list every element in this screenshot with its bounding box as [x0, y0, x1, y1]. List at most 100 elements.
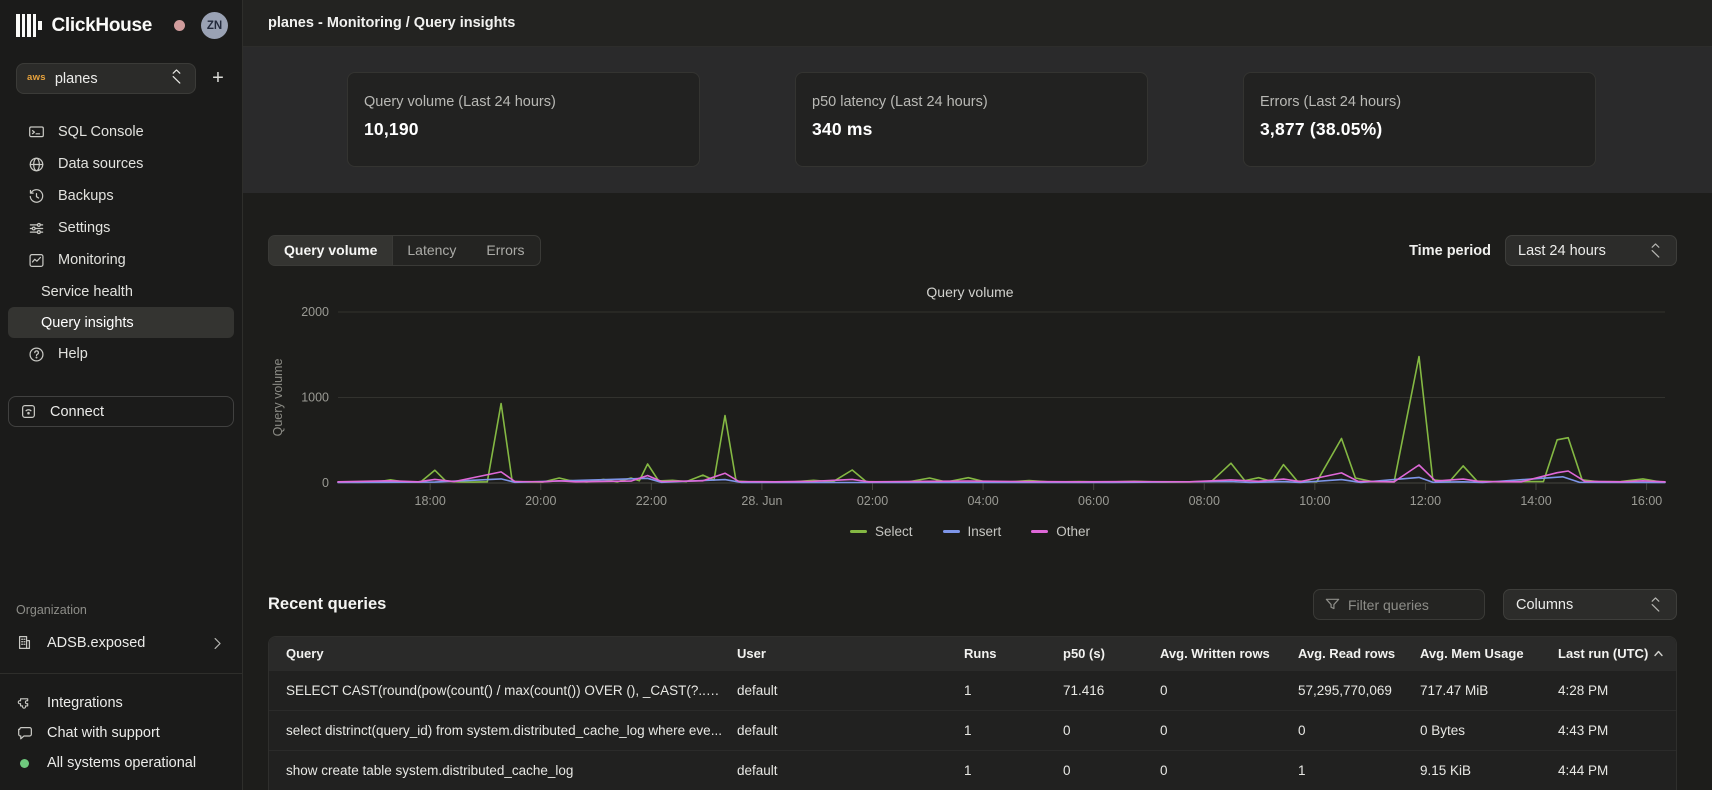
cell-last-run-utc-: 4:28 PM	[1558, 683, 1676, 698]
add-service-button[interactable]: +	[204, 65, 232, 93]
column-header-query[interactable]: Query	[269, 646, 737, 661]
avatar[interactable]: ZN	[201, 12, 228, 39]
tab-latency[interactable]: Latency	[392, 236, 471, 265]
cell-avg-read-rows: 1	[1298, 763, 1420, 778]
column-header-label: Last run (UTC)	[1558, 646, 1648, 661]
sidebar-item-settings[interactable]: Settings	[8, 212, 234, 244]
columns-select[interactable]: Columns	[1503, 589, 1677, 620]
puzzle-icon	[16, 694, 34, 712]
column-header-avg-read-rows[interactable]: Avg. Read rows	[1298, 646, 1420, 661]
sidebar-item-label: Monitoring	[58, 252, 126, 268]
legend-label: Select	[875, 524, 913, 539]
tab-errors[interactable]: Errors	[471, 236, 539, 265]
service-row: aws planes +	[0, 63, 242, 94]
column-header-last-run-utc-[interactable]: Last run (UTC)	[1558, 646, 1676, 661]
cell-user: default	[737, 763, 964, 778]
chevron-right-icon	[209, 635, 226, 652]
main-panel: Query volumeLatencyErrors Time period La…	[243, 193, 1712, 790]
aws-icon: aws	[27, 72, 46, 83]
svg-text:10:00: 10:00	[1299, 494, 1330, 508]
sidebar: ClickHouse ZN aws planes + SQL Console Da…	[0, 0, 243, 790]
column-header-runs[interactable]: Runs	[964, 646, 1063, 661]
stat-card-p50-latency: p50 latency (Last 24 hours)340 ms	[795, 72, 1148, 167]
svg-text:22:00: 22:00	[636, 494, 667, 508]
legend-item-other[interactable]: Other	[1031, 524, 1090, 539]
table-body: SELECT CAST(round(pow(count() / max(coun…	[269, 670, 1676, 790]
cell-avg-mem-usage: 0 Bytes	[1420, 723, 1558, 738]
table-row[interactable]: select distrinct(query_id) from system.d…	[269, 710, 1676, 750]
column-header-label: Runs	[964, 646, 997, 661]
column-header-label: Avg. Read rows	[1298, 646, 1395, 661]
sidebar-item-label: SQL Console	[58, 124, 144, 140]
topbar: planes - Monitoring / Query insights	[243, 0, 1712, 47]
filter-icon	[1324, 596, 1339, 611]
svg-text:06:00: 06:00	[1078, 494, 1109, 508]
sidebar-bottom: Organization ADSB.exposed IntegrationsCh…	[0, 603, 242, 778]
backups-icon	[27, 187, 45, 205]
column-header-p50-s-[interactable]: p50 (s)	[1063, 646, 1160, 661]
section-title: Recent queries	[268, 595, 386, 614]
sidebar-item-help[interactable]: Help	[8, 338, 234, 370]
building-icon	[16, 634, 34, 652]
svg-text:16:00: 16:00	[1631, 494, 1662, 508]
cell-avg-read-rows: 0	[1298, 723, 1420, 738]
column-header-user[interactable]: User	[737, 646, 964, 661]
cell-query: SELECT CAST(round(pow(count() / max(coun…	[269, 683, 737, 698]
column-header-avg-mem-usage[interactable]: Avg. Mem Usage	[1420, 646, 1558, 661]
help-icon	[27, 345, 45, 363]
stat-card-value: 10,190	[364, 119, 683, 140]
service-selector[interactable]: aws planes	[16, 63, 196, 94]
chart-title: Query volume	[268, 284, 1672, 300]
legend-item-select[interactable]: Select	[850, 524, 913, 539]
column-header-label: User	[737, 646, 766, 661]
sidebar-item-query-insights[interactable]: Query insights	[8, 307, 234, 338]
legend-swatch-icon	[1031, 530, 1048, 533]
cell-p50-s-: 0	[1063, 763, 1160, 778]
notification-dot-icon[interactable]	[174, 20, 185, 31]
footer-item-label: Chat with support	[47, 725, 160, 741]
connect-label: Connect	[50, 404, 104, 420]
svg-text:1000: 1000	[301, 391, 329, 405]
sidebar-item-monitoring[interactable]: Monitoring	[8, 244, 234, 276]
tab-query-volume[interactable]: Query volume	[269, 236, 392, 265]
sidebar-item-sql-console[interactable]: SQL Console	[8, 116, 234, 148]
cell-avg-mem-usage: 9.15 KiB	[1420, 763, 1558, 778]
columns-label: Columns	[1516, 597, 1573, 613]
cell-query: show create table system.distributed_cac…	[269, 763, 737, 778]
stat-card-label: Query volume (Last 24 hours)	[364, 94, 683, 110]
sidebar-item-backups[interactable]: Backups	[8, 180, 234, 212]
column-header-avg-written-rows[interactable]: Avg. Written rows	[1160, 646, 1298, 661]
sidebar-item-all-systems-operational[interactable]: All systems operational	[0, 748, 242, 778]
chevron-updown-icon	[1647, 596, 1664, 613]
cell-avg-written-rows: 0	[1160, 723, 1298, 738]
svg-text:0: 0	[322, 476, 329, 490]
tabs-row: Query volumeLatencyErrors Time period La…	[268, 235, 1712, 266]
sidebar-footer: Integrations Chat with support All systems…	[0, 688, 242, 778]
cell-p50-s-: 0	[1063, 723, 1160, 738]
legend-swatch-icon	[943, 530, 960, 533]
svg-text:2000: 2000	[301, 305, 329, 319]
svg-text:18:00: 18:00	[415, 494, 446, 508]
legend-item-insert[interactable]: Insert	[943, 524, 1002, 539]
table-row[interactable]: SELECT CAST(round(pow(count() / max(coun…	[269, 670, 1676, 710]
connect-button[interactable]: Connect	[8, 396, 234, 427]
connect-icon	[20, 403, 38, 421]
column-header-label: p50 (s)	[1063, 646, 1105, 661]
time-period-select[interactable]: Last 24 hours	[1505, 235, 1677, 266]
svg-text:20:00: 20:00	[525, 494, 556, 508]
sidebar-item-label: Service health	[41, 284, 133, 300]
chart-legend: Select Insert Other	[268, 524, 1672, 539]
svg-text:12:00: 12:00	[1410, 494, 1441, 508]
time-period-control: Time period Last 24 hours	[1409, 235, 1677, 266]
content-column: planes - Monitoring / Query insights Que…	[243, 0, 1712, 790]
sidebar-divider	[0, 673, 242, 674]
logo-row: ClickHouse ZN	[0, 0, 242, 39]
chevron-updown-icon	[168, 68, 185, 90]
table-row[interactable]: show create table system.distributed_cac…	[269, 750, 1676, 790]
stats-band: Query volume (Last 24 hours) 10,190 p50 la…	[243, 47, 1712, 193]
sidebar-item-integrations[interactable]: Integrations	[0, 688, 242, 718]
sidebar-item-data-sources[interactable]: Data sources	[8, 148, 234, 180]
sidebar-item-organization[interactable]: ADSB.exposed	[0, 631, 242, 655]
sidebar-item-service-health[interactable]: Service health	[8, 276, 234, 307]
sidebar-item-chat-with-support[interactable]: Chat with support	[0, 718, 242, 748]
